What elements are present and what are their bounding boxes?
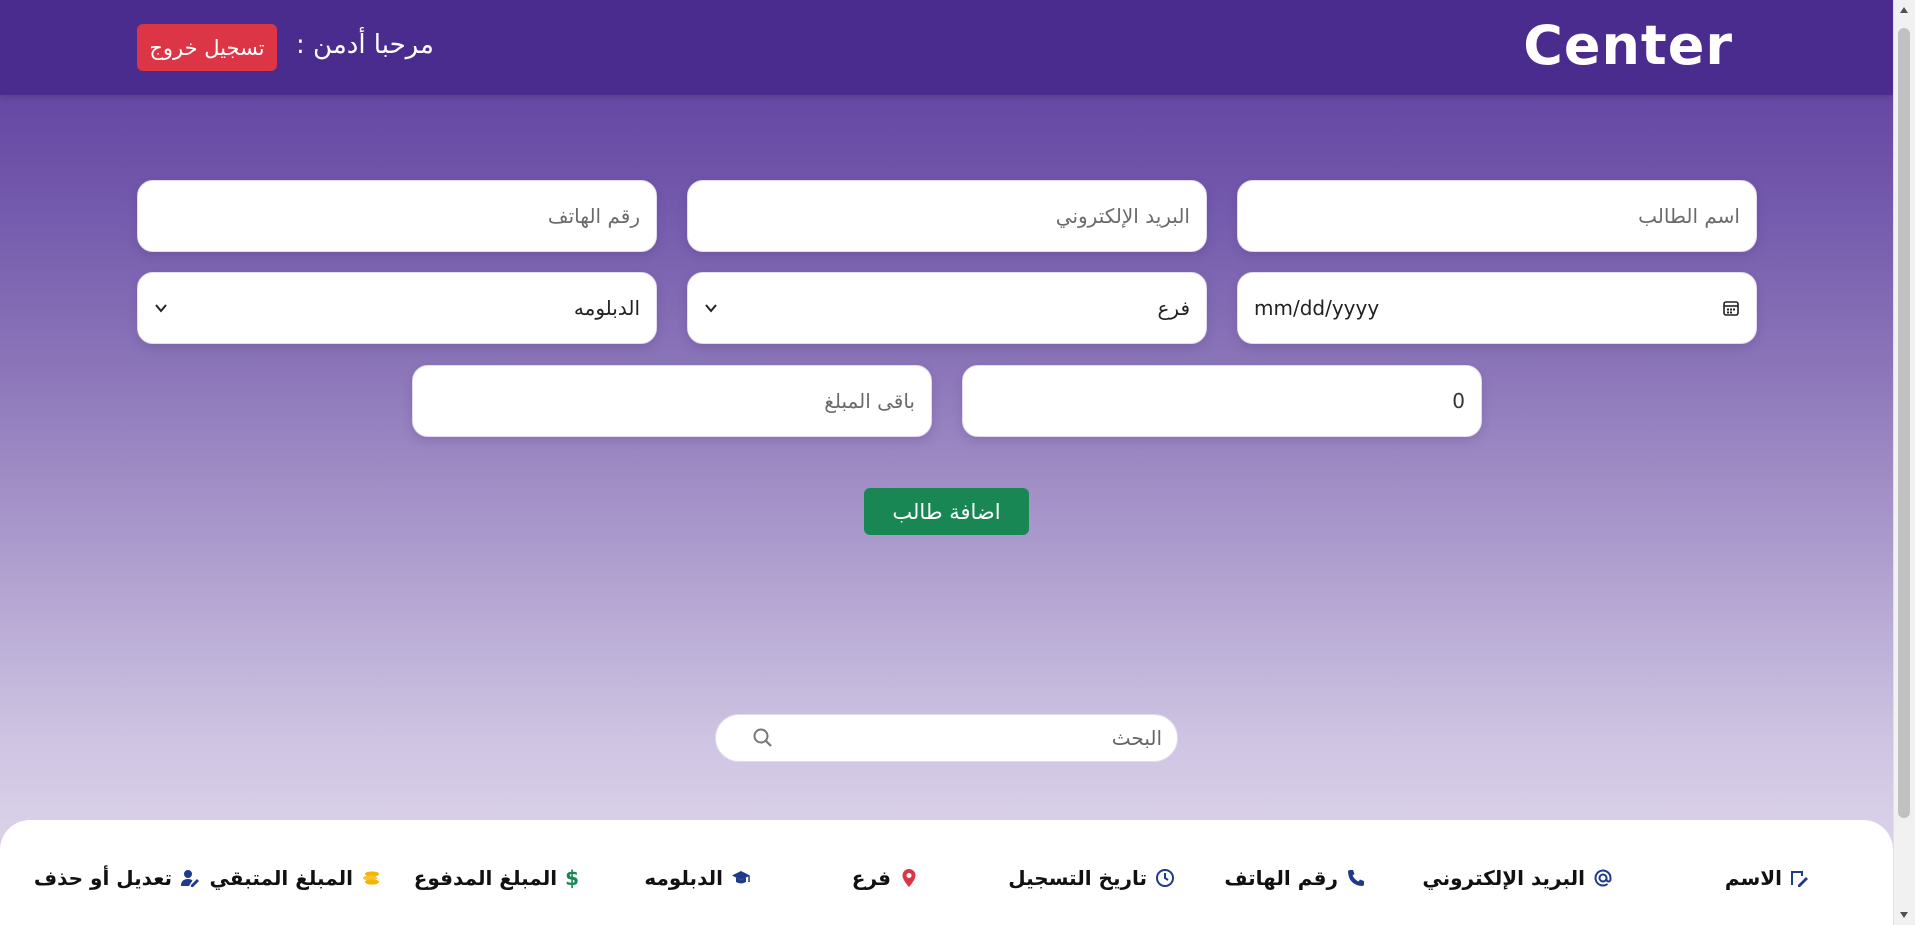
header-branch: فرع [852,866,919,890]
user-gear-icon [181,870,199,887]
phone-field[interactable] [137,180,657,252]
chevron-down-icon [155,304,167,313]
header-email: البريد الإلكتروني [1422,866,1613,890]
header-registration-date: تاريخ التسجيل [1008,866,1175,890]
search-input[interactable] [775,726,1162,750]
location-pin-icon [902,869,916,887]
graduation-cap-icon [732,871,750,884]
branch-select[interactable]: فرع [687,272,1207,344]
student-name-input[interactable] [1238,181,1756,251]
phone-input[interactable] [138,181,656,251]
user-edit-icon [1791,871,1808,887]
branch-selected-value: فرع [1157,296,1190,320]
calendar-icon[interactable] [1722,299,1740,317]
brand-title: Center [1523,14,1733,77]
chevron-down-icon [705,304,717,313]
search-box[interactable] [715,714,1178,762]
scroll-up-arrow-icon[interactable] [1898,4,1910,16]
at-icon [1594,869,1612,887]
clock-icon [1156,869,1174,887]
header-remaining-amount: المبلغ المتبقي [210,866,381,890]
paid-amount-input[interactable] [963,366,1481,436]
remaining-amount-input[interactable] [413,366,931,436]
scroll-down-arrow-icon[interactable] [1898,909,1910,921]
dollar-icon: $ [565,866,579,890]
date-value: mm/dd/yyyy [1254,296,1380,320]
add-student-button[interactable]: اضافة طالب [864,488,1029,535]
vertical-scrollbar[interactable] [1893,0,1915,925]
coins-icon [363,871,379,885]
header-phone: رقم الهاتف [1224,866,1366,890]
diploma-selected-value: الدبلومه [573,296,640,320]
registration-date-field[interactable]: mm/dd/yyyy [1237,272,1757,344]
paid-amount-field[interactable] [962,365,1482,437]
logout-button[interactable]: تسجيل خروج [137,24,277,71]
remaining-amount-field[interactable] [412,365,932,437]
search-icon[interactable] [751,726,775,750]
welcome-text: مرحبا أدمن : [296,30,434,60]
header-name: الاسم [1725,866,1810,890]
header-actions: تعديل أو حذف [34,866,200,890]
header-diploma: الدبلومه [644,866,751,890]
student-name-field[interactable] [1237,180,1757,252]
top-navbar: Center مرحبا أدمن : تسجيل خروج [0,0,1893,95]
phone-icon [1348,870,1364,886]
diploma-select[interactable]: الدبلومه [137,272,657,344]
email-field[interactable] [687,180,1207,252]
header-paid-amount: $ المبلغ المدفوع [413,866,579,890]
scrollbar-thumb[interactable] [1898,28,1910,818]
email-input[interactable] [688,181,1206,251]
